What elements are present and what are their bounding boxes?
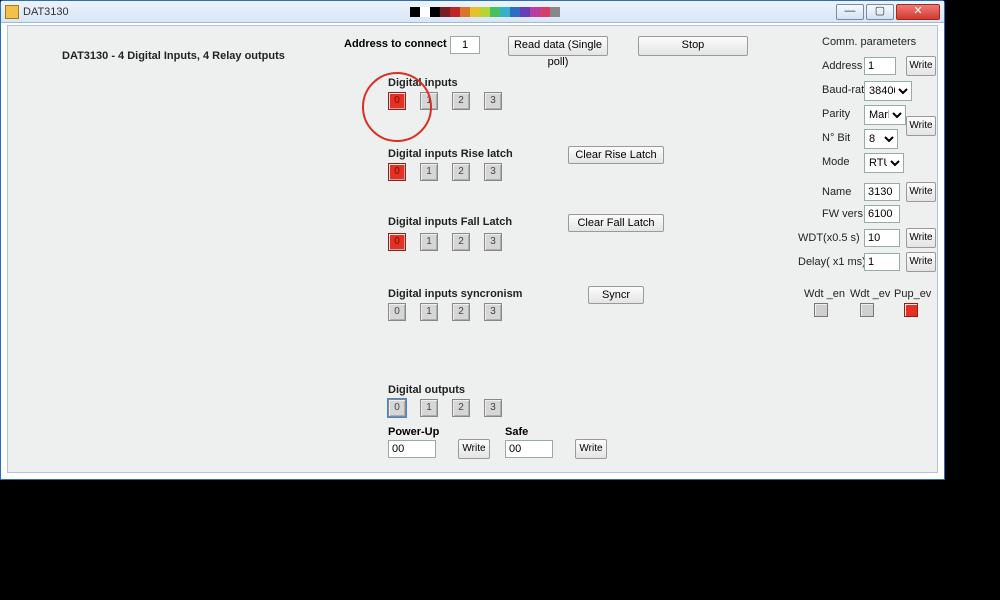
clear-rise-latch-button[interactable]: Clear Rise Latch (568, 146, 664, 164)
wdt-ev-checkbox[interactable] (860, 303, 874, 317)
maximize-button[interactable]: ▢ (866, 4, 894, 20)
comm-address-write-button[interactable]: Write (906, 56, 936, 76)
digital-inputs-label: Digital inputs (388, 77, 458, 89)
wdt-ev-label: Wdt _ev (850, 288, 890, 300)
mode-label: Mode (822, 156, 850, 168)
wdt-en-checkbox[interactable] (814, 303, 828, 317)
close-button[interactable]: ✕ (896, 4, 940, 20)
address-to-connect-input[interactable] (450, 36, 480, 54)
wdt-input[interactable] (864, 229, 900, 247)
fall-bit-3[interactable]: 3 (484, 233, 502, 251)
di-bit-1[interactable]: 1 (420, 92, 438, 110)
pup-ev-checkbox[interactable] (904, 303, 918, 317)
mode-select[interactable]: RTU (864, 153, 904, 173)
address-to-connect-label: Address to connect (344, 38, 447, 50)
name-write-button[interactable]: Write (906, 182, 936, 202)
syncronism-label: Digital inputs syncronism (388, 288, 522, 300)
nbit-label: N° Bit (822, 132, 850, 144)
parity-select[interactable]: Mark (864, 105, 906, 125)
fall-bit-0[interactable]: 0 (388, 233, 406, 251)
wdt-en-label: Wdt _en (804, 288, 845, 300)
do-bit-2[interactable]: 2 (452, 399, 470, 417)
delay-label: Delay( x1 ms) (798, 256, 866, 268)
delay-write-button[interactable]: Write (906, 252, 936, 272)
name-input[interactable] (864, 183, 900, 201)
safe-write-button[interactable]: Write (575, 439, 607, 459)
baud-rate-select[interactable]: 38400 (864, 81, 912, 101)
rise-bit-0[interactable]: 0 (388, 163, 406, 181)
delay-input[interactable] (864, 253, 900, 271)
fw-version-label: FW vers. (822, 208, 866, 220)
fall-latch-label: Digital inputs Fall Latch (388, 216, 512, 228)
name-label: Name (822, 186, 851, 198)
syncr-button[interactable]: Syncr (588, 286, 644, 304)
fall-latch-bits: 0 1 2 3 (388, 233, 502, 251)
rise-bit-3[interactable]: 3 (484, 163, 502, 181)
taskbar-color-strip (410, 7, 560, 17)
power-up-write-button[interactable]: Write (458, 439, 490, 459)
rise-bit-2[interactable]: 2 (452, 163, 470, 181)
digital-outputs-label: Digital outputs (388, 384, 465, 396)
do-bit-3[interactable]: 3 (484, 399, 502, 417)
app-window: DAT3130 — ▢ ✕ DAT3130 - 4 Digital Inputs… (0, 0, 945, 480)
rise-latch-label: Digital inputs Rise latch (388, 148, 513, 160)
do-bit-1[interactable]: 1 (420, 399, 438, 417)
parity-label: Parity (822, 108, 850, 120)
wdt-write-button[interactable]: Write (906, 228, 936, 248)
sync-bit-2[interactable]: 2 (452, 303, 470, 321)
di-bit-0[interactable]: 0 (388, 92, 406, 110)
app-icon (5, 5, 19, 19)
read-data-button[interactable]: Read data (Single poll) (508, 36, 608, 56)
safe-input[interactable] (505, 440, 553, 458)
titlebar: DAT3130 — ▢ ✕ (1, 1, 944, 23)
comm-parameters-header: Comm. parameters (822, 36, 916, 48)
sync-bit-0[interactable]: 0 (388, 303, 406, 321)
fw-version-input[interactable] (864, 205, 900, 223)
syncronism-bits: 0 1 2 3 (388, 303, 502, 321)
digital-outputs-bits: 0 1 2 3 (388, 399, 502, 417)
fall-bit-2[interactable]: 2 (452, 233, 470, 251)
do-bit-0[interactable]: 0 (388, 399, 406, 417)
rise-latch-bits: 0 1 2 3 (388, 163, 502, 181)
comm-address-input[interactable] (864, 57, 896, 75)
minimize-button[interactable]: — (836, 4, 864, 20)
client-area: DAT3130 - 4 Digital Inputs, 4 Relay outp… (7, 25, 938, 473)
sync-bit-3[interactable]: 3 (484, 303, 502, 321)
digital-inputs-bits: 0 1 2 3 (388, 92, 502, 110)
window-title: DAT3130 (23, 6, 300, 18)
di-bit-2[interactable]: 2 (452, 92, 470, 110)
fall-bit-1[interactable]: 1 (420, 233, 438, 251)
rise-bit-1[interactable]: 1 (420, 163, 438, 181)
parity-nbit-write-button[interactable]: Write (906, 116, 936, 136)
di-bit-3[interactable]: 3 (484, 92, 502, 110)
sync-bit-1[interactable]: 1 (420, 303, 438, 321)
nbit-select[interactable]: 8 (864, 129, 898, 149)
wdt-label: WDT(x0.5 s) (798, 232, 860, 244)
page-title: DAT3130 - 4 Digital Inputs, 4 Relay outp… (62, 50, 285, 62)
safe-label: Safe (505, 426, 528, 438)
comm-address-label: Address (822, 60, 862, 72)
power-up-label: Power-Up (388, 426, 439, 438)
clear-fall-latch-button[interactable]: Clear Fall Latch (568, 214, 664, 232)
power-up-input[interactable] (388, 440, 436, 458)
pup-ev-label: Pup_ev (894, 288, 931, 300)
stop-button[interactable]: Stop (638, 36, 748, 56)
